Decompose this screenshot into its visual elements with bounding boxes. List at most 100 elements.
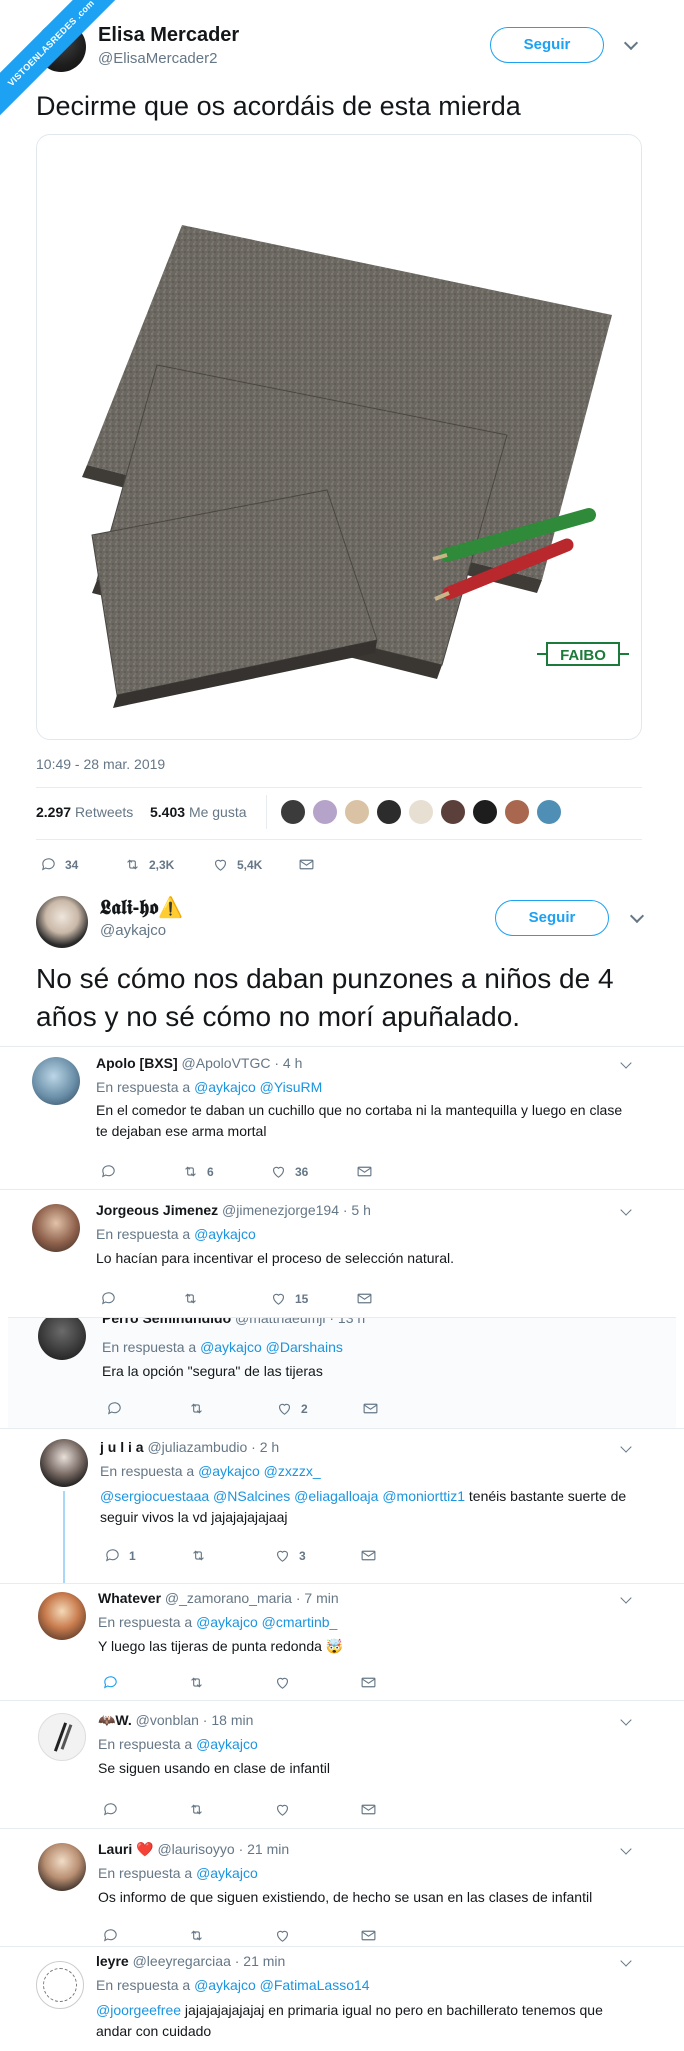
like-action[interactable] xyxy=(274,1927,299,1944)
reply-action[interactable] xyxy=(100,1163,125,1180)
liker-avatar[interactable] xyxy=(280,799,306,825)
tweet-timestamp[interactable]: 10:49 - 28 mar. 2019 xyxy=(36,756,165,772)
reply-author[interactable]: Jorgeous Jimenez @jimenezjorge194 · 5 h xyxy=(96,1202,371,1218)
reply-author[interactable]: Lauri ❤️ @laurisoyyo · 21 min xyxy=(98,1841,289,1858)
reply-action[interactable]: 1 xyxy=(104,1547,136,1564)
reply-tweet[interactable]: j u l i a @juliazambudio · 2 h En respue… xyxy=(0,1428,684,1584)
retweet-action[interactable]: 6 xyxy=(182,1163,214,1180)
mention-link[interactable]: @aykajco @FatimaLasso14 xyxy=(194,1977,370,1993)
reply-tweet[interactable]: Apolo [BXS] @ApoloVTGC · 4 h En respuest… xyxy=(0,1046,684,1189)
reply-icon xyxy=(101,1292,115,1305)
heart-icon xyxy=(214,859,227,871)
retweet-action[interactable] xyxy=(188,1927,213,1944)
reply-author[interactable]: Apolo [BXS] @ApoloVTGC · 4 h xyxy=(96,1055,302,1071)
mention-link[interactable]: @joorgeefree xyxy=(96,2002,181,2018)
message-action[interactable] xyxy=(356,1163,373,1180)
liker-avatar[interactable] xyxy=(472,799,498,825)
reply-action[interactable] xyxy=(102,1801,127,1818)
reply-tweet[interactable]: Perro Semihundido @matthaeumji · 13 h En… xyxy=(8,1317,676,1428)
reply-text: En el comedor te daban un cuchillo que n… xyxy=(96,1102,623,1139)
liker-avatar[interactable] xyxy=(376,799,402,825)
tweet-image[interactable]: FAIBO xyxy=(36,134,642,740)
retweet-action[interactable] xyxy=(188,1801,213,1818)
retweet-action[interactable] xyxy=(188,1400,213,1417)
mention-link[interactable]: @aykajco xyxy=(194,1226,256,1242)
tweet-text: Decirme que os acordáis de esta mierda xyxy=(36,91,521,121)
chevron-down-icon[interactable] xyxy=(620,1714,632,1726)
reply-action[interactable] xyxy=(102,1927,127,1944)
avatar[interactable] xyxy=(38,1592,86,1640)
reply-action[interactable] xyxy=(106,1400,131,1417)
retweet-action[interactable]: 2,3K xyxy=(124,856,174,873)
retweet-action[interactable] xyxy=(182,1290,207,1307)
chevron-down-icon[interactable] xyxy=(629,908,645,924)
message-action[interactable] xyxy=(360,1674,377,1691)
reply-author[interactable]: j u l i a @juliazambudio · 2 h xyxy=(100,1439,279,1455)
liker-avatar[interactable] xyxy=(536,799,562,825)
retweets-stat[interactable]: 2.297 Retweets xyxy=(36,804,133,820)
author-name[interactable]: Elisa Mercader xyxy=(98,24,239,47)
chevron-down-icon[interactable] xyxy=(620,1057,632,1069)
avatar[interactable] xyxy=(38,1843,86,1891)
avatar[interactable] xyxy=(38,1318,86,1360)
message-action[interactable] xyxy=(362,1400,379,1417)
likes-stat[interactable]: 5.403 Me gusta xyxy=(150,804,247,820)
author-name[interactable]: 𝕷𝖆𝖑𝖎-𝖍𝖔⚠️ xyxy=(100,895,183,920)
like-action[interactable]: 36 xyxy=(270,1163,308,1180)
avatar[interactable] xyxy=(32,1057,80,1105)
reply-tweet[interactable]: 🦇W. @vonblan · 18 min En respuesta a @ay… xyxy=(0,1700,684,1828)
chevron-down-icon[interactable] xyxy=(620,1592,632,1604)
liker-avatar[interactable] xyxy=(440,799,466,825)
reply-action[interactable] xyxy=(100,1290,125,1307)
author-handle[interactable]: @aykajco xyxy=(100,922,166,939)
author-handle[interactable]: @ElisaMercader2 xyxy=(98,50,217,67)
mention-link[interactable]: @aykajco @Darshains xyxy=(200,1339,343,1355)
like-action[interactable]: 5,4K xyxy=(212,856,262,873)
mention-link[interactable]: @aykajco xyxy=(196,1736,258,1752)
chevron-down-icon[interactable] xyxy=(620,1955,632,1967)
chevron-down-icon[interactable] xyxy=(620,1204,632,1216)
message-action[interactable] xyxy=(298,856,315,873)
liker-avatar[interactable] xyxy=(344,799,370,825)
follow-button[interactable]: Seguir xyxy=(490,27,604,63)
like-action[interactable]: 15 xyxy=(270,1290,308,1307)
reply-action[interactable] xyxy=(102,1674,127,1691)
like-action[interactable] xyxy=(274,1801,299,1818)
retweet-action[interactable] xyxy=(190,1547,215,1564)
liker-avatar[interactable] xyxy=(408,799,434,825)
like-action[interactable] xyxy=(274,1674,299,1691)
message-action[interactable] xyxy=(360,1801,377,1818)
chevron-down-icon[interactable] xyxy=(620,1441,632,1453)
reply-author[interactable]: Whatever @_zamorano_maria · 7 min xyxy=(98,1590,339,1606)
mention-link[interactable]: @aykajco @YisuRM xyxy=(194,1079,322,1095)
mention-link[interactable]: @aykajco @cmartinb_ xyxy=(196,1614,337,1630)
avatar[interactable] xyxy=(38,1713,86,1761)
liker-avatar[interactable] xyxy=(504,799,530,825)
reply-author[interactable]: 🦇W. @vonblan · 18 min xyxy=(98,1712,253,1729)
message-action[interactable] xyxy=(356,1290,373,1307)
mention-link[interactable]: @sergiocuestaaa @NSalcines @eliagalloaja… xyxy=(100,1488,465,1504)
reply-tweet[interactable]: Whatever @_zamorano_maria · 7 min En res… xyxy=(0,1583,684,1700)
message-action[interactable] xyxy=(360,1547,377,1564)
follow-button[interactable]: Seguir xyxy=(495,900,609,936)
chevron-down-icon[interactable] xyxy=(620,1843,632,1855)
avatar[interactable] xyxy=(36,896,88,948)
reply-tweet[interactable]: Lauri ❤️ @laurisoyyo · 21 min En respues… xyxy=(0,1828,684,1950)
tweet-text: No sé cómo nos daban punzones a niños de… xyxy=(36,963,614,1032)
message-action[interactable] xyxy=(360,1927,377,1944)
like-action[interactable]: 3 xyxy=(274,1547,306,1564)
chevron-down-icon[interactable] xyxy=(623,35,639,51)
reply-tweet[interactable]: Jorgeous Jimenez @jimenezjorge194 · 5 h … xyxy=(0,1189,684,1317)
avatar[interactable] xyxy=(40,1439,88,1487)
retweet-action[interactable] xyxy=(188,1674,213,1691)
avatar[interactable] xyxy=(36,1961,84,2009)
reply-action[interactable]: 34 xyxy=(40,856,78,873)
liker-avatar[interactable] xyxy=(312,799,338,825)
reply-author[interactable]: Perro Semihundido @matthaeumji · 13 h xyxy=(102,1318,365,1326)
avatar[interactable] xyxy=(32,1204,80,1252)
reply-tweet[interactable]: leyre @leeyregarciaa · 21 min En respues… xyxy=(0,1946,684,2051)
like-action[interactable]: 2 xyxy=(276,1400,308,1417)
reply-author[interactable]: leyre @leeyregarciaa · 21 min xyxy=(96,1953,285,1969)
mention-link[interactable]: @aykajco @zxzzx_ xyxy=(198,1463,321,1479)
mention-link[interactable]: @aykajco xyxy=(196,1865,258,1881)
